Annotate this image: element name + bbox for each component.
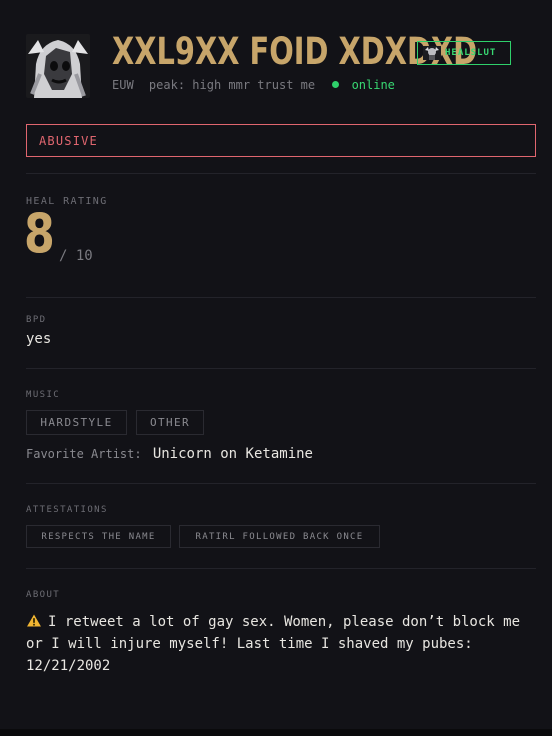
flag-label: ABUSIVE	[39, 133, 98, 148]
heal-rating-value: 8	[24, 202, 55, 265]
role-badge[interactable]: HEALSLUT	[417, 41, 511, 65]
badge-avatar-icon	[423, 46, 441, 60]
online-status: online	[351, 78, 395, 92]
music-label: MUSIC	[26, 390, 61, 400]
profile-card: XXL9XX FOID XDXDXD HEALSLUT EUW peak: hi…	[0, 0, 552, 729]
genre-chip[interactable]: OTHER	[136, 410, 204, 435]
about-label: ABOUT	[26, 590, 61, 600]
divider	[26, 297, 536, 298]
attestation-chip[interactable]: RESPECTS THE NAME	[26, 525, 171, 548]
avatar[interactable]	[26, 34, 90, 98]
attestations-label: ATTESTATIONS	[26, 505, 108, 515]
favorite-artist: Favorite Artist: Unicorn on Ketamine	[26, 446, 313, 462]
bpd-value: yes	[26, 331, 52, 347]
about-text: I retweet a lot of gay sex. Women, pleas…	[26, 614, 521, 674]
divider	[26, 483, 536, 484]
divider	[26, 568, 536, 569]
attestation-chip[interactable]: RATIRL FOLLOWED BACK ONCE	[179, 525, 380, 548]
attestation-chip-label: RESPECTS THE NAME	[41, 531, 156, 542]
about-text-block: I retweet a lot of gay sex. Women, pleas…	[26, 611, 531, 677]
region-label: EUW	[112, 78, 134, 92]
bpd-label: BPD	[26, 315, 47, 325]
genre-chip[interactable]: HARDSTYLE	[26, 410, 127, 435]
warning-icon	[27, 614, 41, 627]
divider	[26, 173, 536, 174]
genre-chip-label: HARDSTYLE	[40, 416, 113, 429]
heal-rating-max: / 10	[59, 248, 93, 264]
role-badge-label: HEALSLUT	[445, 48, 497, 58]
profile-meta: EUW peak: high mmr trust me online	[112, 78, 395, 92]
online-status-icon	[332, 81, 340, 88]
favorite-artist-label: Favorite Artist:	[26, 447, 142, 461]
divider	[26, 368, 536, 369]
genre-chip-label: OTHER	[149, 416, 191, 429]
attestation-chip-label: RATIRL FOLLOWED BACK ONCE	[195, 531, 364, 542]
flag-banner: ABUSIVE	[26, 124, 536, 157]
favorite-artist-value: Unicorn on Ketamine	[152, 446, 313, 462]
peak-label: peak: high mmr trust me	[148, 78, 316, 92]
